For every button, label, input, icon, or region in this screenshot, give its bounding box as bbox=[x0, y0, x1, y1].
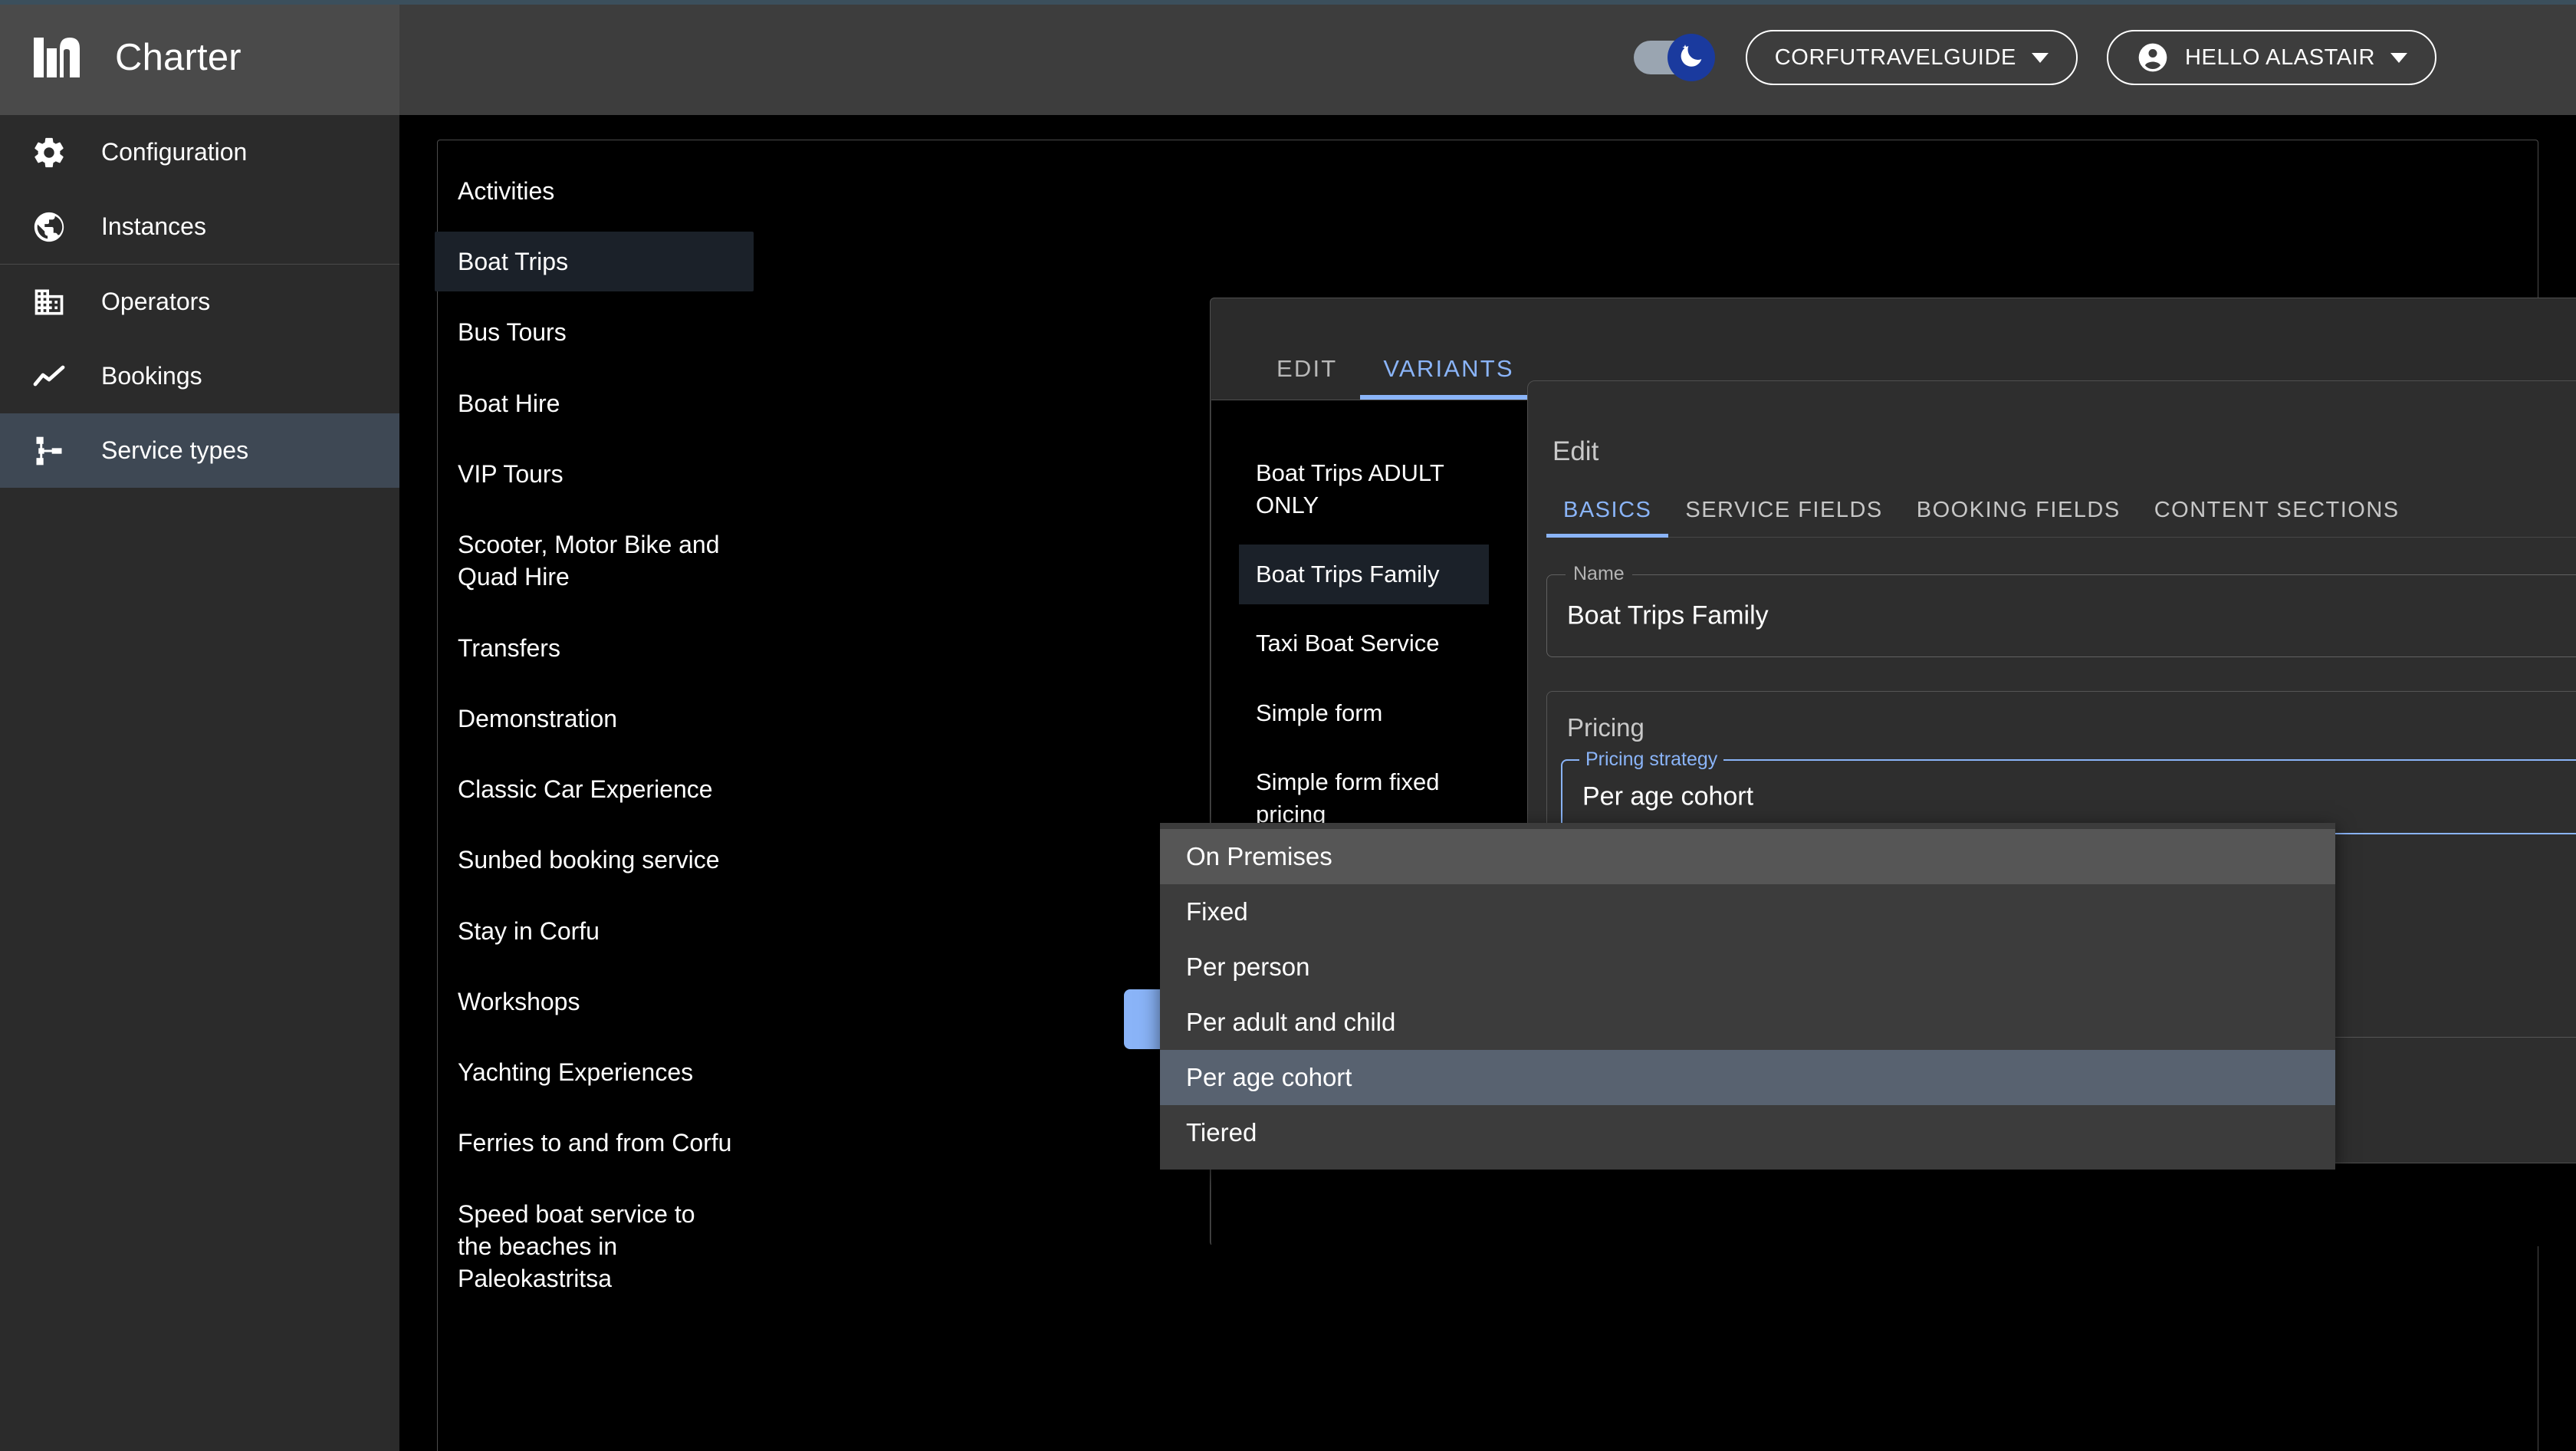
name-field-value: Boat Trips Family bbox=[1567, 600, 1769, 630]
service-type-item[interactable]: Ferries to and from Corfu bbox=[435, 1113, 754, 1173]
page-body: Activities Boat Trips Bus Tours Boat Hir… bbox=[399, 115, 2576, 1451]
tab-content-sections[interactable]: CONTENT SECTIONS bbox=[2137, 498, 2417, 537]
dropdown-option-per-person[interactable]: Per person bbox=[1160, 939, 2335, 995]
variant-item-active[interactable]: Boat Trips Family bbox=[1239, 545, 1489, 605]
tab-service-fields[interactable]: SERVICE FIELDS bbox=[1668, 498, 1899, 537]
gear-icon bbox=[29, 133, 69, 173]
service-type-item[interactable]: Stay in Corfu bbox=[435, 901, 754, 961]
window-top-strip bbox=[0, 0, 2576, 5]
chevron-down-icon bbox=[2031, 52, 2049, 63]
brand-header: Charter bbox=[0, 0, 399, 115]
pricing-strategy-dropdown[interactable]: On Premises Fixed Per person Per adult a… bbox=[1160, 823, 2335, 1170]
service-type-item[interactable]: Sunbed booking service bbox=[435, 830, 754, 890]
charter-logo-icon bbox=[32, 35, 87, 81]
chevron-down-icon bbox=[2390, 52, 2407, 63]
service-type-item[interactable]: Scooter, Motor Bike and Quad Hire bbox=[435, 515, 754, 607]
sidebar-item-bookings[interactable]: Bookings bbox=[0, 339, 399, 413]
tab-variants[interactable]: VARIANTS bbox=[1360, 355, 1538, 400]
service-type-item-active[interactable]: Boat Trips bbox=[435, 232, 754, 292]
dropdown-option-fixed[interactable]: Fixed bbox=[1160, 884, 2335, 939]
service-type-item[interactable]: Yachting Experiences bbox=[435, 1042, 754, 1102]
name-field-legend: Name bbox=[1566, 563, 1632, 585]
trending-line-icon bbox=[29, 357, 69, 396]
dialog-title: Edit bbox=[1552, 436, 1599, 466]
pricing-heading: Pricing bbox=[1567, 713, 1644, 742]
nav-group-1: Configuration Instances bbox=[0, 115, 399, 264]
sidebar-item-label: Service types bbox=[101, 436, 249, 464]
dropdown-option-on-premises[interactable]: On Premises bbox=[1160, 829, 2335, 884]
sidebar-item-label: Bookings bbox=[101, 362, 202, 390]
dropdown-option-per-age-cohort[interactable]: Per age cohort bbox=[1160, 1050, 2335, 1105]
pricing-strategy-legend: Pricing strategy bbox=[1579, 749, 1724, 771]
tenant-selector-button[interactable]: CORFUTRAVELGUIDE bbox=[1745, 30, 2078, 85]
sidebar-item-label: Instances bbox=[101, 212, 206, 240]
service-type-item[interactable]: Activities bbox=[435, 161, 754, 221]
service-type-item[interactable]: Speed boat service to the beaches in Pal… bbox=[435, 1184, 754, 1309]
sidebar-item-service-types[interactable]: Service types bbox=[0, 413, 399, 488]
service-type-item[interactable]: Bus Tours bbox=[435, 302, 754, 362]
pricing-strategy-value: Per age cohort bbox=[1582, 781, 1754, 811]
account-circle-icon bbox=[2136, 41, 2170, 74]
top-bar: CORFUTRAVELGUIDE HELLO ALASTAIR bbox=[399, 0, 2576, 115]
variant-item[interactable]: Taxi Boat Service bbox=[1239, 614, 1489, 673]
dropdown-option-tiered[interactable]: Tiered bbox=[1160, 1105, 2335, 1160]
tab-edit[interactable]: EDIT bbox=[1254, 355, 1360, 400]
toggle-knob bbox=[1667, 34, 1715, 81]
globe-icon bbox=[29, 207, 69, 247]
service-type-item[interactable]: Classic Car Experience bbox=[435, 759, 754, 819]
sidebar-item-label: Configuration bbox=[101, 138, 248, 166]
dropdown-option-per-adult-and-child[interactable]: Per adult and child bbox=[1160, 995, 2335, 1050]
building-icon bbox=[29, 282, 69, 322]
sidebar-item-instances[interactable]: Instances bbox=[0, 189, 399, 264]
dark-mode-toggle[interactable] bbox=[1633, 34, 1717, 81]
name-field[interactable]: Name Boat Trips Family bbox=[1546, 563, 2576, 657]
variant-item[interactable]: Simple form bbox=[1239, 683, 1489, 743]
account-menu-button[interactable]: HELLO ALASTAIR bbox=[2106, 30, 2436, 85]
sidebar: Charter Configuration Instances Operator… bbox=[0, 0, 399, 1451]
service-type-list[interactable]: Activities Boat Trips Bus Tours Boat Hir… bbox=[435, 161, 754, 1426]
tenant-label: CORFUTRAVELGUIDE bbox=[1774, 44, 2016, 70]
service-type-item[interactable]: Demonstration bbox=[435, 689, 754, 749]
account-label: HELLO ALASTAIR bbox=[2184, 44, 2375, 70]
service-type-item[interactable]: Workshops bbox=[435, 972, 754, 1031]
sidebar-item-operators[interactable]: Operators bbox=[0, 265, 399, 339]
variant-item[interactable]: Boat Trips ADULT ONLY bbox=[1239, 443, 1489, 535]
service-type-item[interactable]: Boat Hire bbox=[435, 373, 754, 433]
brand-title: Charter bbox=[115, 37, 242, 78]
service-type-item[interactable]: VIP Tours bbox=[435, 444, 754, 504]
tab-booking-fields[interactable]: BOOKING FIELDS bbox=[1900, 498, 2137, 537]
dialog-tab-bar: BASICS SERVICE FIELDS BOOKING FIELDS CON… bbox=[1546, 489, 2576, 538]
sidebar-item-configuration[interactable]: Configuration bbox=[0, 115, 399, 189]
moon-star-icon bbox=[1676, 41, 1707, 75]
nav-group-2: Operators Bookings bbox=[0, 265, 399, 413]
hierarchy-icon bbox=[29, 431, 69, 471]
sidebar-item-label: Operators bbox=[101, 288, 211, 315]
tab-basics[interactable]: BASICS bbox=[1546, 498, 1669, 538]
nav-group-3: Service types bbox=[0, 413, 399, 488]
service-type-item[interactable]: Transfers bbox=[435, 618, 754, 678]
